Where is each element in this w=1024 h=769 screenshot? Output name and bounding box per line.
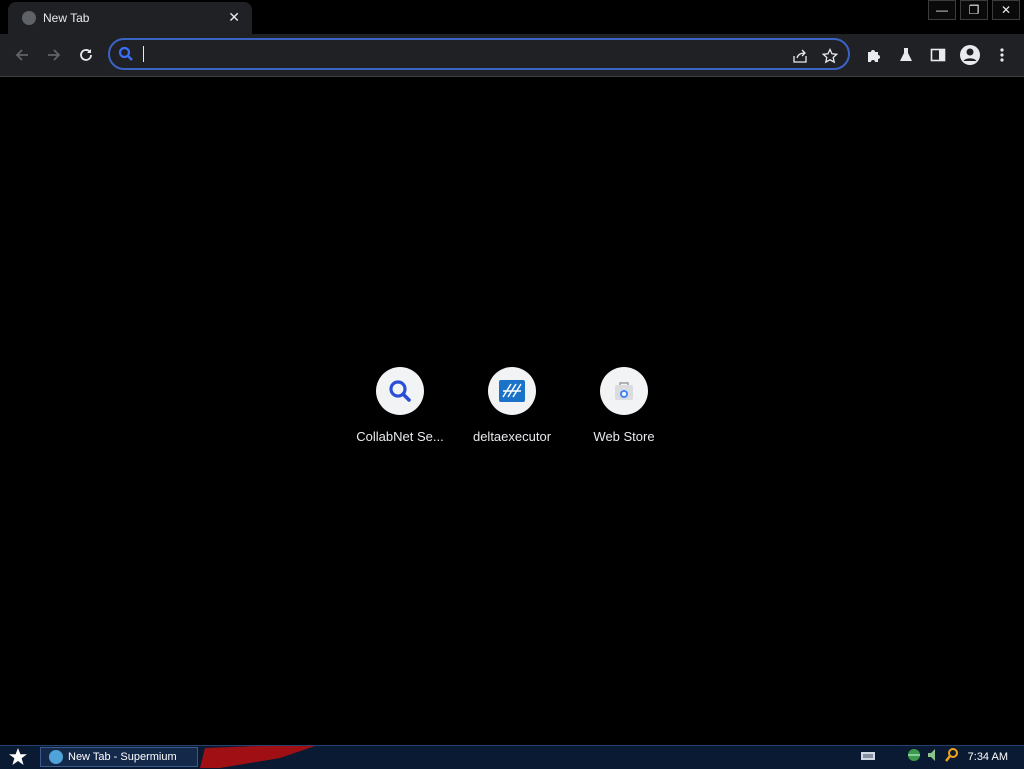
taskbar-item-label: New Tab - Supermium <box>68 751 177 763</box>
restore-button[interactable]: ❐ <box>960 0 988 20</box>
taskbar-item-supermium[interactable]: New Tab - Supermium <box>40 747 198 767</box>
network-icon[interactable] <box>906 747 922 768</box>
shortcut-label: CollabNet Se... <box>356 429 444 444</box>
shortcut-web-store[interactable]: Web Store <box>568 367 680 447</box>
webstore-icon <box>615 382 633 400</box>
close-window-button[interactable]: ✕ <box>992 0 1020 20</box>
tab-new-tab[interactable]: New Tab ✕ <box>8 2 252 34</box>
start-button[interactable] <box>6 747 30 767</box>
labs-button[interactable] <box>894 43 918 67</box>
shortcut-deltaexecutor[interactable]: deltaexecutor <box>456 367 568 447</box>
taskbar: New Tab - Supermium 7:34 AM <box>0 745 1024 769</box>
shortcut-icon-wrap <box>600 367 648 415</box>
back-button[interactable] <box>10 43 34 67</box>
shortcut-collabnet[interactable]: CollabNet Se... <box>344 367 456 447</box>
shortcut-label: deltaexecutor <box>472 429 552 444</box>
side-panel-button[interactable] <box>926 43 950 67</box>
kebab-menu-icon <box>1000 48 1004 62</box>
arrow-right-icon <box>48 49 61 61</box>
omnibox-search-icon <box>118 46 134 67</box>
globe-icon <box>22 11 36 25</box>
clock: 7:34 AM <box>967 751 1008 763</box>
tab-title: New Tab <box>43 11 90 25</box>
puzzle-icon <box>868 50 880 62</box>
forward-button[interactable] <box>42 43 66 67</box>
profile-icon <box>960 45 980 65</box>
omnibox[interactable] <box>108 38 850 70</box>
menu-button[interactable] <box>990 43 1014 67</box>
flask-icon <box>900 48 912 61</box>
start-star-icon <box>9 748 27 765</box>
browser-toolbar <box>0 34 1024 77</box>
search-icon[interactable] <box>944 747 960 768</box>
new-tab-page: CollabNet Se... deltaexecutor Web Store <box>0 77 1024 745</box>
shortcut-icon-wrap <box>376 367 424 415</box>
profile-button[interactable] <box>958 43 982 67</box>
share-icon[interactable] <box>790 46 810 66</box>
reload-icon <box>80 49 92 61</box>
star-icon[interactable] <box>820 46 840 66</box>
tab-close-icon[interactable]: ✕ <box>228 9 240 26</box>
search-icon <box>389 380 411 402</box>
extensions-button[interactable] <box>862 43 886 67</box>
system-tray: 7:34 AM <box>860 746 1024 768</box>
minimize-button[interactable]: — <box>928 0 956 20</box>
address-input[interactable] <box>142 44 746 66</box>
window-controls: — ❐ ✕ <box>924 0 1020 20</box>
side-panel-icon <box>930 48 946 62</box>
deltaexecutor-icon <box>499 380 525 402</box>
title-bar: New Tab ✕ — ❐ ✕ <box>0 0 1024 34</box>
decorative-swoosh <box>200 746 315 768</box>
shortcut-icon-wrap <box>488 367 536 415</box>
supermium-icon <box>49 750 63 764</box>
keyboard-icon[interactable] <box>860 748 876 766</box>
reload-button[interactable] <box>74 43 98 67</box>
shortcut-label: Web Store <box>593 429 655 444</box>
arrow-left-icon <box>15 49 28 61</box>
audio-icon[interactable] <box>926 747 940 768</box>
text-caret <box>143 46 144 62</box>
